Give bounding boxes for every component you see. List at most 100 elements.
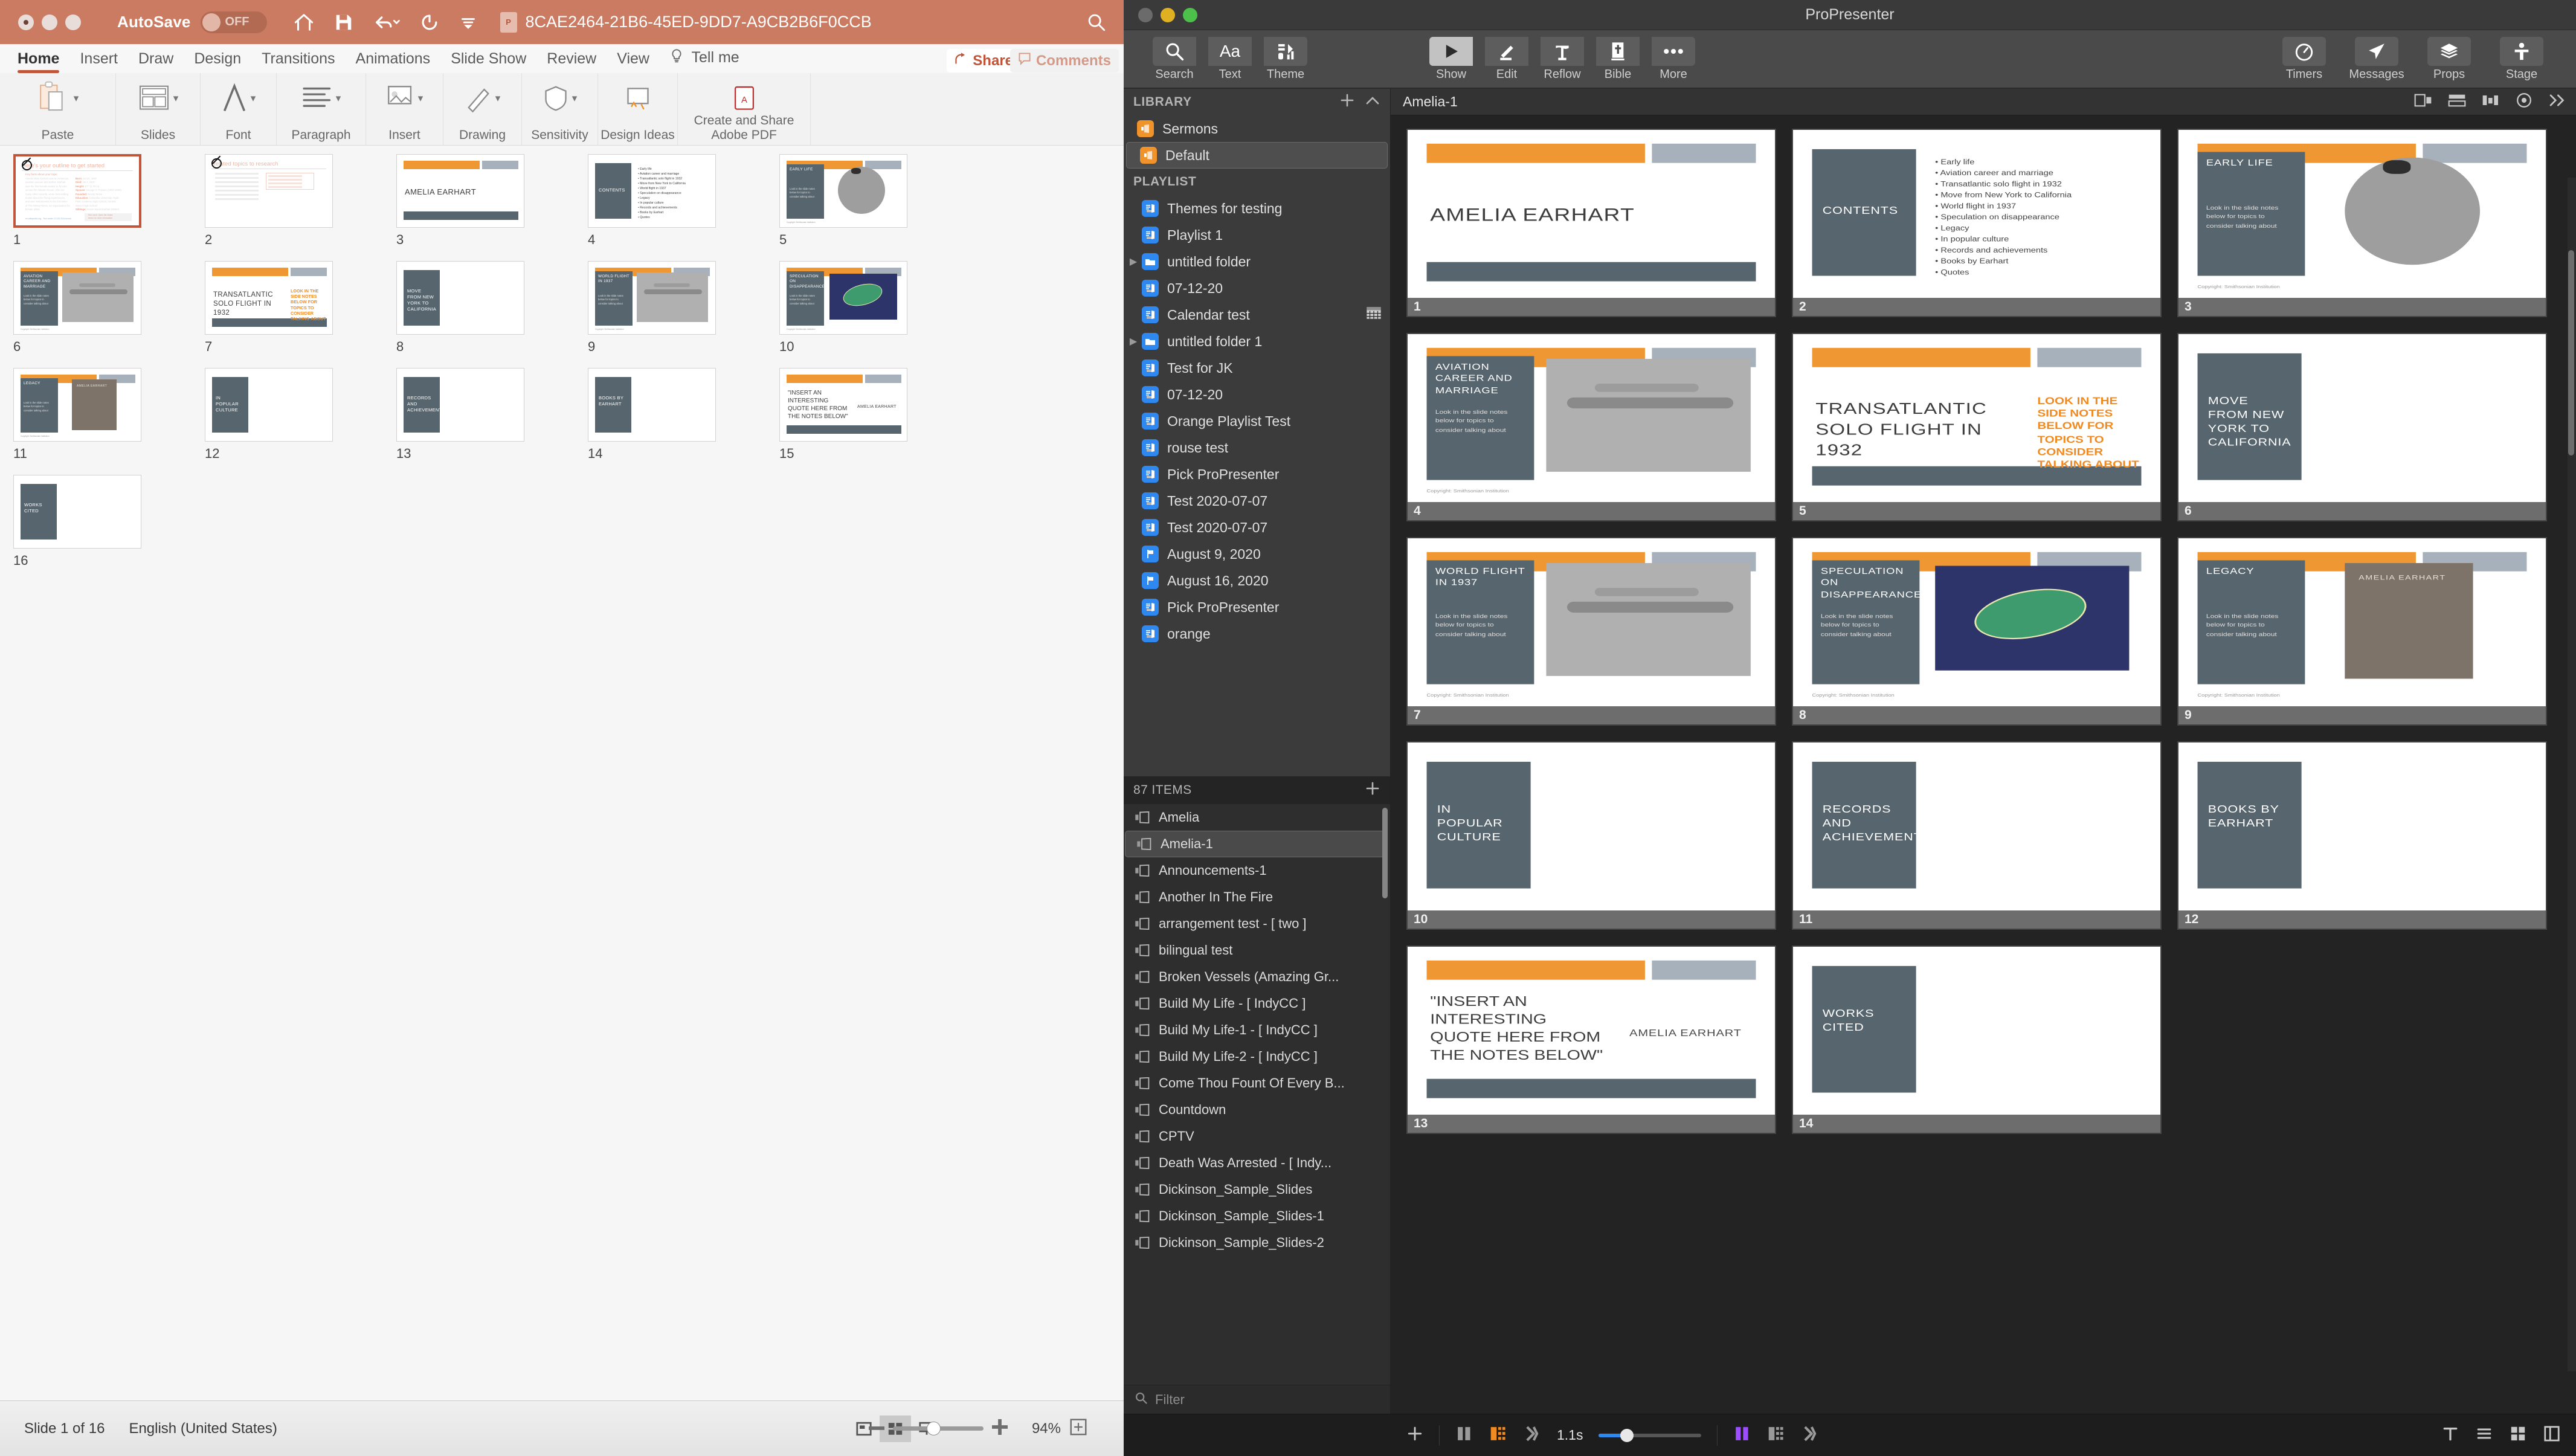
presentation-list-item[interactable]: CPTV <box>1124 1123 1390 1150</box>
ribbon-group-font[interactable]: ▾ Font <box>201 73 277 145</box>
playlist-item[interactable]: ▶ untitled folder 1 <box>1124 328 1390 355</box>
zoom-slider-knob[interactable] <box>927 1422 941 1435</box>
slide-thumbnail[interactable]: TRANSATLANTIC SOLO FLIGHT IN 1932 LOOK IN… <box>205 261 372 355</box>
zoom-in-button[interactable] <box>992 1419 1008 1438</box>
chevron-down-icon[interactable]: ▾ <box>251 92 256 105</box>
slide-thumbnail[interactable]: RECORDS AND ACHIEVEMENTS 13 <box>396 368 564 462</box>
slide-thumbnail[interactable]: Related topics to research 2 <box>205 154 372 248</box>
tab-insert[interactable]: Insert <box>69 50 128 73</box>
tab-view[interactable]: View <box>607 50 660 73</box>
transition-slider[interactable] <box>1599 1428 1702 1442</box>
presentation-list-item[interactable]: Dickinson_Sample_Slides-1 <box>1124 1203 1390 1229</box>
edit-button[interactable]: Edit <box>1479 36 1534 82</box>
ribbon-group-adobe-pdf[interactable]: A Create and Share Adobe PDF <box>678 73 811 145</box>
paste-icon[interactable]: ▾ <box>37 77 79 120</box>
slide-card[interactable]: RECORDS AND ACHIEVEMENTS 11 <box>1792 741 2162 930</box>
tab-review[interactable]: Review <box>536 50 607 73</box>
slide-card[interactable]: MOVE FROM NEW YORK TO CALIFORNIA 6 <box>2177 333 2547 521</box>
more-button[interactable]: More <box>1646 36 1701 82</box>
playlist-item[interactable]: Playlist 1 <box>1124 222 1390 248</box>
presentation-list-item[interactable]: Broken Vessels (Amazing Gr... <box>1124 964 1390 990</box>
tab-home[interactable]: Home <box>7 50 69 73</box>
minimize-button[interactable] <box>42 14 57 30</box>
chevron-down-icon[interactable]: ▾ <box>173 92 179 105</box>
ribbon-group-drawing[interactable]: ▾ Drawing <box>443 73 522 145</box>
ribbon-group-insert[interactable]: ▾ Insert <box>366 73 443 145</box>
comments-button[interactable]: Comments <box>1009 49 1119 72</box>
playlist-item[interactable]: 07-12-20 <box>1124 381 1390 408</box>
presentation-list-item[interactable]: Death Was Arrested - [ Indy... <box>1124 1150 1390 1176</box>
expand-icon[interactable] <box>2548 92 2566 112</box>
transition-icon[interactable] <box>1489 1425 1507 1446</box>
slide-thumbnail[interactable]: EARLY LIFE Look in the slide notes below … <box>779 154 947 248</box>
chevron-down-icon[interactable]: ▾ <box>495 92 501 105</box>
chevron-up-icon[interactable] <box>1365 94 1380 110</box>
slide-thumbnail[interactable]: WORKS CITED 16 <box>13 475 181 569</box>
reflow-button[interactable]: Reflow <box>1534 36 1590 82</box>
presentation-list-item[interactable]: Build My Life-2 - [ IndyCC ] <box>1124 1043 1390 1070</box>
slide-thumbnail[interactable]: IN POPULAR CULTURE 12 <box>205 368 372 462</box>
pause-purple-icon[interactable] <box>1733 1425 1751 1446</box>
pause-icon[interactable] <box>1455 1425 1473 1446</box>
playlist-item[interactable]: Pick ProPresenter <box>1124 594 1390 620</box>
advance-icon[interactable] <box>1523 1425 1541 1446</box>
group-icon[interactable] <box>2448 93 2466 111</box>
window-traffic-lights[interactable] <box>18 14 81 30</box>
slide-card[interactable]: WORKS CITED 14 <box>1792 945 2162 1134</box>
close-button[interactable] <box>18 14 34 30</box>
search-button[interactable]: Search <box>1147 36 1202 82</box>
disclosure-triangle[interactable]: ▶ <box>1129 256 1138 268</box>
presentation-list-item[interactable]: Amelia-1 <box>1125 830 1386 857</box>
slide-card[interactable]: BOOKS BY EARHART 12 <box>2177 741 2547 930</box>
theme-button[interactable]: Theme <box>1258 36 1313 82</box>
tab-design[interactable]: Design <box>184 50 251 73</box>
fit-to-window-icon[interactable] <box>1069 1418 1087 1439</box>
tab-animations[interactable]: Animations <box>346 50 441 73</box>
text-button[interactable]: Aa Text <box>1202 36 1258 82</box>
items-scrollbar[interactable] <box>1382 807 1388 898</box>
zoom-slider[interactable] <box>893 1422 984 1435</box>
slide-card[interactable]: "INSERT AN INTERESTING QUOTE HERE FROM T… <box>1406 945 1776 1134</box>
library-item[interactable]: Sermons <box>1124 115 1390 142</box>
redo-icon[interactable] <box>420 13 439 31</box>
slide-card[interactable]: IN POPULAR CULTURE 10 <box>1406 741 1776 930</box>
slide-card[interactable]: AVIATION CAREER AND MARRIAGE Look in the … <box>1406 333 1776 521</box>
chevron-down-icon[interactable]: ▾ <box>572 92 578 105</box>
plus-icon[interactable] <box>1365 781 1380 800</box>
record-icon[interactable] <box>2516 92 2533 112</box>
playlist-item[interactable]: 07-12-20 <box>1124 275 1390 301</box>
presentation-list-item[interactable]: Announcements-1 <box>1124 857 1390 884</box>
playlist-item[interactable]: orange <box>1124 620 1390 647</box>
align-icon[interactable] <box>2482 93 2500 111</box>
stage-button[interactable]: Stage <box>2489 36 2554 82</box>
slide-thumbnail[interactable]: WORLD FLIGHT IN 1937 Look in the slide no… <box>588 261 755 355</box>
drawing-icon[interactable]: ▾ <box>465 77 501 120</box>
search-icon[interactable] <box>1086 12 1107 36</box>
messages-button[interactable]: Messages <box>2344 36 2409 82</box>
chevron-down-icon[interactable]: ▾ <box>74 92 79 105</box>
transition-slider-knob[interactable] <box>1620 1428 1634 1442</box>
plus-icon[interactable] <box>1339 92 1355 112</box>
disclosure-triangle[interactable]: ▶ <box>1129 335 1138 347</box>
home-icon[interactable] <box>294 13 314 31</box>
slide-card[interactable]: LEGACY Look in the slide notes below for … <box>2177 537 2547 726</box>
save-icon[interactable] <box>335 13 353 31</box>
slide-thumbnail[interactable]: Here's your outline to get started Key fa… <box>13 154 181 248</box>
chevron-down-icon[interactable]: ▾ <box>336 92 341 105</box>
show-button[interactable]: Show <box>1423 36 1479 82</box>
tab-slide-show[interactable]: Slide Show <box>440 50 536 73</box>
ribbon-group-slides[interactable]: ▾ Slides <box>116 73 201 145</box>
presentation-list-item[interactable]: Come Thou Fount Of Every B... <box>1124 1070 1390 1097</box>
tab-transitions[interactable]: Transitions <box>251 50 345 73</box>
playlist-item[interactable]: Pick ProPresenter <box>1124 461 1390 488</box>
playlist-item[interactable]: Test 2020-07-07 <box>1124 488 1390 514</box>
transition-gray-icon[interactable] <box>1767 1425 1785 1446</box>
filter-bar[interactable]: Filter <box>1124 1385 1390 1414</box>
paragraph-icon[interactable]: ▾ <box>301 77 341 120</box>
ribbon-group-paste[interactable]: ▾ Paste <box>0 73 116 145</box>
presentation-list-item[interactable]: Build My Life - [ IndyCC ] <box>1124 990 1390 1017</box>
list-icon[interactable] <box>2476 1425 2493 1445</box>
language-indicator[interactable]: English (United States) <box>129 1420 277 1437</box>
presentation-list-item[interactable]: Countdown <box>1124 1097 1390 1123</box>
slide-card[interactable]: SPECULATION ON DISAPPEARANCE Look in the … <box>1792 537 2162 726</box>
